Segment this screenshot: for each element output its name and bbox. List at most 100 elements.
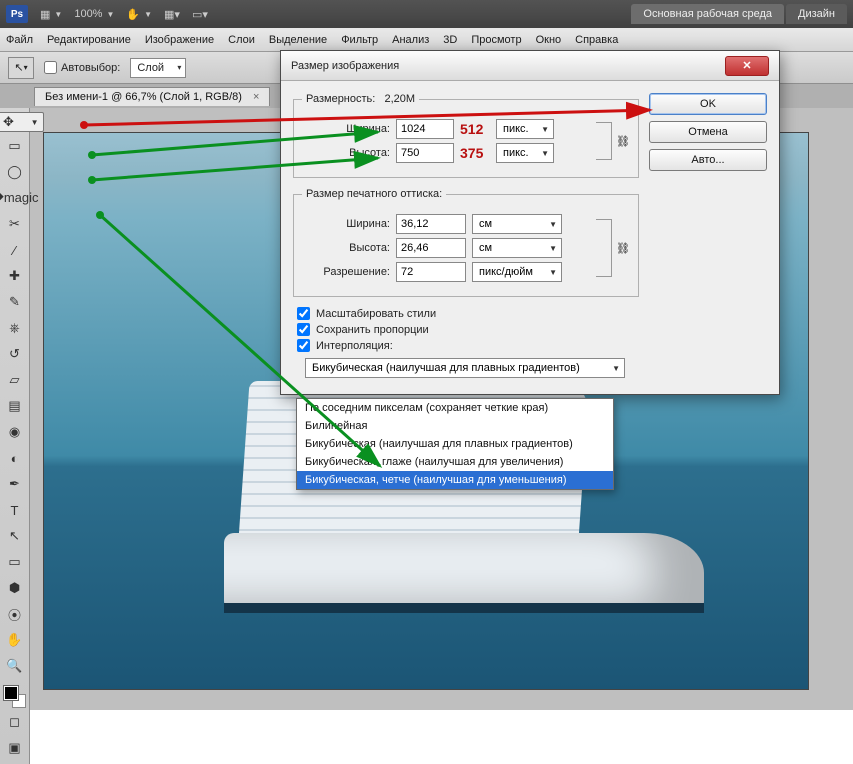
close-button[interactable]: ✕ xyxy=(725,56,769,76)
pixel-width-unit-select[interactable]: пикс. xyxy=(496,119,554,139)
print-height-unit: см xyxy=(479,242,492,254)
tool-history-brush[interactable]: ↺ xyxy=(3,342,27,366)
auto-select-label: Автовыбор: xyxy=(61,62,120,74)
tool-lasso[interactable]: ◯ xyxy=(3,160,27,184)
resolution-unit-select[interactable]: пикс/дюйм xyxy=(472,262,562,282)
pixel-height-input[interactable] xyxy=(396,143,454,163)
tool-blur[interactable]: ◉ xyxy=(3,420,27,444)
hand-tool-shortcut[interactable]: ✋ ▼ xyxy=(126,8,152,21)
bridge-menu[interactable]: ▦ ▼ xyxy=(40,8,62,21)
workspace-tab-design[interactable]: Дизайн xyxy=(786,4,847,24)
dialog-titlebar[interactable]: Размер изображения ✕ xyxy=(281,51,779,81)
resolution-unit: пикс/дюйм xyxy=(479,266,533,278)
print-height-input[interactable] xyxy=(396,238,466,258)
tool-brush[interactable]: ✎ xyxy=(3,290,27,314)
pixel-width-unit: пикс. xyxy=(503,123,529,135)
menu-bar: Файл Редактирование Изображение Слои Выд… xyxy=(0,28,853,52)
interp-cb[interactable] xyxy=(297,339,310,352)
interp-option-bicubic-sharper[interactable]: Бикубическая, четче (наилучшая для умень… xyxy=(297,471,613,489)
auto-select-checkbox[interactable]: Автовыбор: xyxy=(44,61,120,74)
interp-option-nearest[interactable]: По соседним пикселам (сохраняет четкие к… xyxy=(297,399,613,417)
print-width-unit-select[interactable]: см xyxy=(472,214,562,234)
menu-file[interactable]: Файл xyxy=(6,34,33,46)
auto-select-cb-input[interactable] xyxy=(44,61,57,74)
menu-view[interactable]: Просмотр xyxy=(471,34,521,46)
tool-dodge[interactable]: ◐ xyxy=(3,446,27,470)
print-width-input[interactable] xyxy=(396,214,466,234)
tool-marquee[interactable]: ▭ xyxy=(3,134,27,158)
tool-eyedropper[interactable]: ⁄ xyxy=(3,238,27,262)
interpolation-select[interactable]: Бикубическая (наилучшая для плавных град… xyxy=(305,358,625,378)
current-tool-icon[interactable]: ↖▾ xyxy=(8,57,34,79)
tool-3d-camera[interactable]: ⦿ xyxy=(3,602,27,626)
auto-button[interactable]: Авто... xyxy=(649,149,767,171)
workspace-tab-essentials[interactable]: Основная рабочая среда xyxy=(631,4,784,24)
tool-stamp[interactable]: ⎈ xyxy=(3,316,27,340)
tool-hand[interactable]: ✋ xyxy=(3,628,27,652)
pixel-height-label: Высота: xyxy=(302,147,390,159)
zoom-display[interactable]: 100% ▼ xyxy=(74,8,114,20)
pixel-width-input[interactable] xyxy=(396,119,454,139)
print-size-legend: Размер печатного оттиска: xyxy=(302,188,446,200)
constrain-proportions-checkbox[interactable]: Сохранить пропорции xyxy=(297,323,639,336)
constrain-cb[interactable] xyxy=(297,323,310,336)
menu-layer[interactable]: Слои xyxy=(228,34,255,46)
foreground-color-swatch[interactable] xyxy=(4,686,18,700)
menu-image[interactable]: Изображение xyxy=(145,34,214,46)
scale-styles-cb[interactable] xyxy=(297,307,310,320)
interp-label: Интерполяция: xyxy=(316,340,393,352)
menu-window[interactable]: Окно xyxy=(536,34,562,46)
resolution-label: Разрешение: xyxy=(302,266,390,278)
pixel-width-label: Ширина: xyxy=(302,123,390,135)
tool-quick-select[interactable]: �magic xyxy=(3,186,27,210)
menu-select[interactable]: Выделение xyxy=(269,34,327,46)
close-document-icon[interactable]: × xyxy=(253,91,259,103)
constrain-label: Сохранить пропорции xyxy=(316,324,429,336)
auto-select-target-value: Слой xyxy=(137,62,164,74)
menu-3d[interactable]: 3D xyxy=(443,34,457,46)
interp-option-bilinear[interactable]: Билинейная xyxy=(297,417,613,435)
auto-select-target[interactable]: Слой xyxy=(130,58,186,78)
tool-pen[interactable]: ✒ xyxy=(3,472,27,496)
print-height-unit-select[interactable]: см xyxy=(472,238,562,258)
ps-logo: Ps xyxy=(6,5,28,23)
pixel-width-annotation: 512 xyxy=(460,121,490,137)
tool-eraser[interactable]: ▱ xyxy=(3,368,27,392)
document-tab-title: Без имени-1 @ 66,7% (Слой 1, RGB/8) xyxy=(45,91,242,103)
ok-button[interactable]: OK xyxy=(649,93,767,115)
tool-3d[interactable]: ⬢ xyxy=(3,576,27,600)
scale-styles-label: Масштабировать стили xyxy=(316,308,436,320)
tool-healing[interactable]: ✚ xyxy=(3,264,27,288)
print-size-group: Размер печатного оттиска: Ширина: см Выс… xyxy=(293,188,639,297)
screen-mode[interactable]: ▭▾ xyxy=(192,8,208,21)
interpolation-checkbox[interactable]: Интерполяция: xyxy=(297,339,639,352)
menu-analysis[interactable]: Анализ xyxy=(392,34,429,46)
color-swatches[interactable] xyxy=(4,686,26,708)
tool-path-select[interactable]: ↖ xyxy=(3,524,27,548)
scale-styles-checkbox[interactable]: Масштабировать стили xyxy=(297,307,639,320)
interp-option-bicubic[interactable]: Бикубическая (наилучшая для плавных град… xyxy=(297,435,613,453)
pixel-height-unit-select[interactable]: пикс. xyxy=(496,143,554,163)
tool-gradient[interactable]: ▤ xyxy=(3,394,27,418)
interpolation-dropdown: По соседним пикселам (сохраняет четкие к… xyxy=(296,398,614,490)
tool-zoom[interactable]: 🔍 xyxy=(3,654,27,678)
cancel-button[interactable]: Отмена xyxy=(649,121,767,143)
interp-option-bicubic-smoother[interactable]: Бикубическая, глаже (наилучшая для увели… xyxy=(297,453,613,471)
print-width-label: Ширина: xyxy=(302,218,390,230)
quick-mask[interactable]: ◻ xyxy=(3,710,27,734)
resolution-input[interactable] xyxy=(396,262,466,282)
pixel-dimensions-group: Размерность: 2,20M Ширина: 512 пикс. Выс… xyxy=(293,93,639,178)
workspace-switcher: Основная рабочая среда Дизайн xyxy=(631,4,847,24)
menu-filter[interactable]: Фильтр xyxy=(341,34,378,46)
document-tab[interactable]: Без имени-1 @ 66,7% (Слой 1, RGB/8) × xyxy=(34,87,270,106)
screen-mode-toggle[interactable]: ▣ xyxy=(3,736,27,760)
tool-rectangle[interactable]: ▭ xyxy=(3,550,27,574)
dialog-title-text: Размер изображения xyxy=(291,60,399,72)
tool-type[interactable]: T xyxy=(3,498,27,522)
menu-help[interactable]: Справка xyxy=(575,34,618,46)
tool-crop[interactable]: ✂ xyxy=(3,212,27,236)
view-extras[interactable]: ▦▾ xyxy=(164,8,180,21)
tool-move[interactable]: ✥ xyxy=(0,112,44,132)
print-constrain-link-icon xyxy=(596,219,612,277)
menu-edit[interactable]: Редактирование xyxy=(47,34,131,46)
